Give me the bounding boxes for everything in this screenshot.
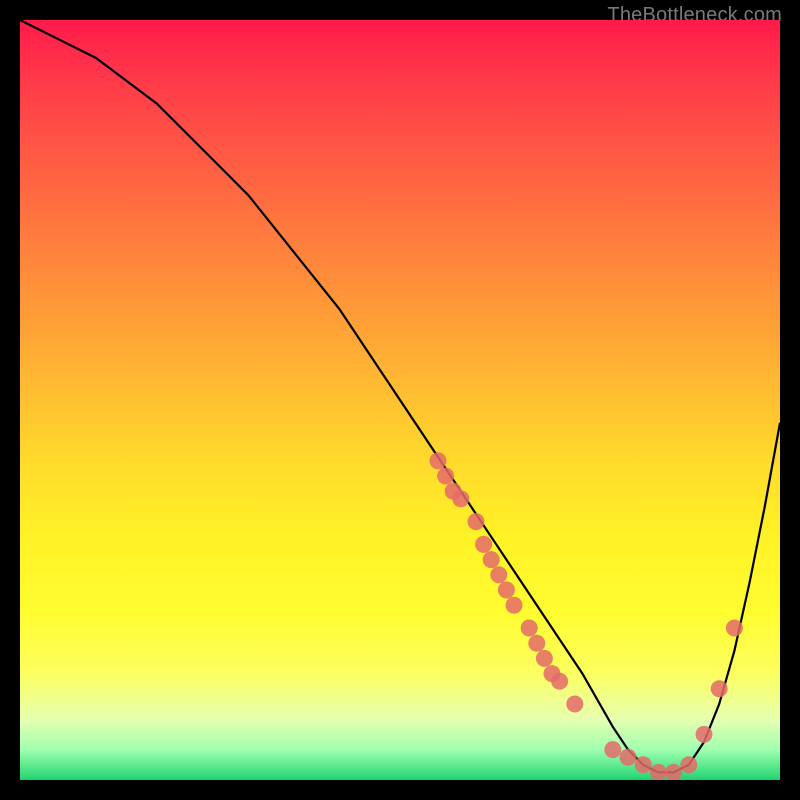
data-marker	[536, 650, 553, 667]
data-marker	[696, 726, 713, 743]
data-marker	[711, 680, 728, 697]
data-marker	[483, 551, 500, 568]
data-marker	[665, 764, 682, 780]
plot-area	[20, 20, 780, 780]
data-marker	[680, 756, 697, 773]
data-marker	[650, 764, 667, 780]
curve-svg	[20, 20, 780, 780]
data-marker	[521, 620, 538, 637]
data-marker	[475, 536, 492, 553]
data-marker	[490, 566, 507, 583]
data-marker	[604, 741, 621, 758]
data-marker	[437, 468, 454, 485]
data-marker	[566, 696, 583, 713]
data-marker	[468, 513, 485, 530]
bottleneck-curve	[20, 20, 780, 772]
chart-container: TheBottleneck.com	[0, 0, 800, 800]
curve-group	[20, 20, 780, 772]
data-marker	[506, 597, 523, 614]
data-marker	[452, 490, 469, 507]
data-marker	[430, 452, 447, 469]
data-marker	[528, 635, 545, 652]
data-marker	[498, 582, 515, 599]
data-marker	[551, 673, 568, 690]
data-marker	[726, 620, 743, 637]
marker-group	[430, 452, 743, 780]
data-marker	[620, 749, 637, 766]
data-marker	[635, 756, 652, 773]
